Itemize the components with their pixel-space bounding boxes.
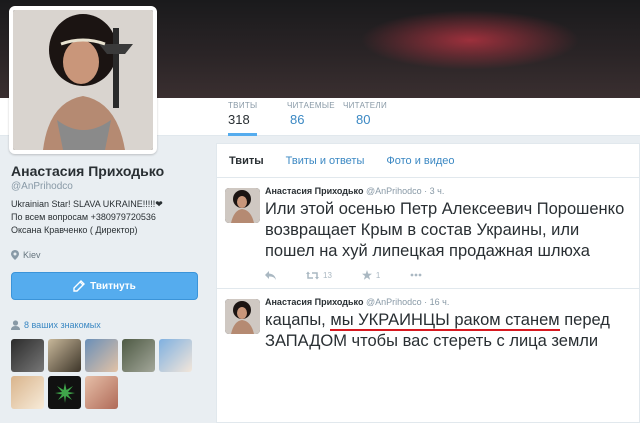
tweet-button-label: Твитнуть <box>90 280 136 292</box>
timeline-tabs: Твиты Твиты и ответы Фото и видео <box>217 144 639 178</box>
map-pin-icon <box>11 250 19 260</box>
tweet-avatar-photo <box>225 188 260 223</box>
bio-line: По всем вопросам +380979720536 <box>11 212 156 222</box>
tweet-time[interactable]: · 16 ч. <box>424 297 449 307</box>
tweet-text: кацапы, мы УКРАИНЦЫ раком станем перед З… <box>265 310 629 352</box>
follower-thumb[interactable] <box>85 339 118 372</box>
tweet-avatar[interactable] <box>225 299 260 334</box>
tweet[interactable]: Анастасия Приходько @AnPrihodco · 3 ч. И… <box>217 178 639 289</box>
tweet-text: Или этой осенью Петр Алексеевич Порошенк… <box>265 200 625 260</box>
favorite-count: 1 <box>375 270 381 280</box>
stat-tweets-value: 318 <box>228 112 250 127</box>
star-icon <box>361 270 372 280</box>
tweet-actions: 13 1 <box>265 270 629 288</box>
stat-following-label: ЧИТАЕМЫЕ <box>287 101 335 110</box>
banner-glow <box>360 10 580 70</box>
tab-tweets-and-replies[interactable]: Твиты и ответы <box>286 155 365 167</box>
bio-line: Оксана Кравченко ( Директор) <box>11 225 138 235</box>
tweet-author-name[interactable]: Анастасия Приходько <box>265 186 363 196</box>
stat-following[interactable]: ЧИТАЕМЫЕ 86 <box>287 101 335 127</box>
follower-thumb[interactable] <box>48 376 81 409</box>
tweet-author-handle[interactable]: @AnPrihodco <box>366 297 422 307</box>
tweet-header: Анастасия Приходько @AnPrihodco · 3 ч. <box>265 186 629 196</box>
followers-you-know-link[interactable]: 8 ваших знакомых <box>11 320 101 330</box>
stat-followers[interactable]: ЧИТАТЕЛИ 80 <box>343 101 387 127</box>
leaf-icon <box>54 382 75 403</box>
stat-followers-label: ЧИТАТЕЛИ <box>343 101 388 110</box>
followers-thumbnails <box>11 339 201 409</box>
tab-tweets[interactable]: Твиты <box>229 155 264 167</box>
tweet-avatar[interactable] <box>225 188 260 223</box>
follower-thumb[interactable] <box>48 339 81 372</box>
retweet-action[interactable]: 13 <box>306 271 332 280</box>
retweet-count: 13 <box>323 270 332 280</box>
tweet-button[interactable]: Твитнуть <box>11 272 198 300</box>
follower-thumb[interactable] <box>122 339 155 372</box>
profile-location: Kiev <box>11 250 41 260</box>
tweet-text-part: кацапы, <box>265 311 331 329</box>
tweet-author-name[interactable]: Анастасия Приходько <box>265 297 363 307</box>
profile-bio: Ukrainian Star! SLAVA UKRAINE!!!!!❤ По в… <box>11 198 211 237</box>
more-icon[interactable] <box>410 273 422 277</box>
tweet-text-highlighted: мы УКРАИНЦЫ раком станем <box>330 311 560 331</box>
avatar-photo <box>13 10 153 150</box>
stat-following-value: 86 <box>290 112 305 127</box>
compose-icon <box>73 280 86 292</box>
follower-thumb[interactable] <box>11 339 44 372</box>
follower-thumb[interactable] <box>159 339 192 372</box>
favorite-action[interactable]: 1 <box>361 270 381 280</box>
profile-avatar[interactable] <box>9 6 157 154</box>
profile-name[interactable]: Анастасия Приходько <box>11 163 164 179</box>
follower-thumb[interactable] <box>85 376 118 409</box>
tweet-time[interactable]: · 3 ч. <box>424 186 444 196</box>
profile-handle[interactable]: @AnPrihodco <box>11 181 73 192</box>
follower-thumb[interactable] <box>11 376 44 409</box>
tab-photos-and-videos[interactable]: Фото и видео <box>386 155 454 167</box>
bio-line: Ukrainian Star! SLAVA UKRAINE!!!!!❤ <box>11 199 163 209</box>
followers-you-know-text: 8 ваших знакомых <box>24 320 101 330</box>
stat-tweets-label: ТВИТЫ <box>228 101 258 110</box>
stat-followers-value: 80 <box>356 112 371 127</box>
person-icon <box>11 320 20 330</box>
location-text: Kiev <box>23 250 41 260</box>
reply-icon[interactable] <box>265 270 276 280</box>
tweet-author-handle[interactable]: @AnPrihodco <box>366 186 422 196</box>
timeline: Твиты Твиты и ответы Фото и видео Анаста… <box>216 143 640 423</box>
tweet-header: Анастасия Приходько @AnPrihodco · 16 ч. <box>265 297 629 307</box>
stat-tweets[interactable]: ТВИТЫ 318 <box>228 101 258 136</box>
tweet[interactable]: Анастасия Приходько @AnPrihodco · 16 ч. … <box>217 289 639 352</box>
tweet-avatar-photo <box>225 299 260 334</box>
retweet-icon <box>306 271 319 279</box>
